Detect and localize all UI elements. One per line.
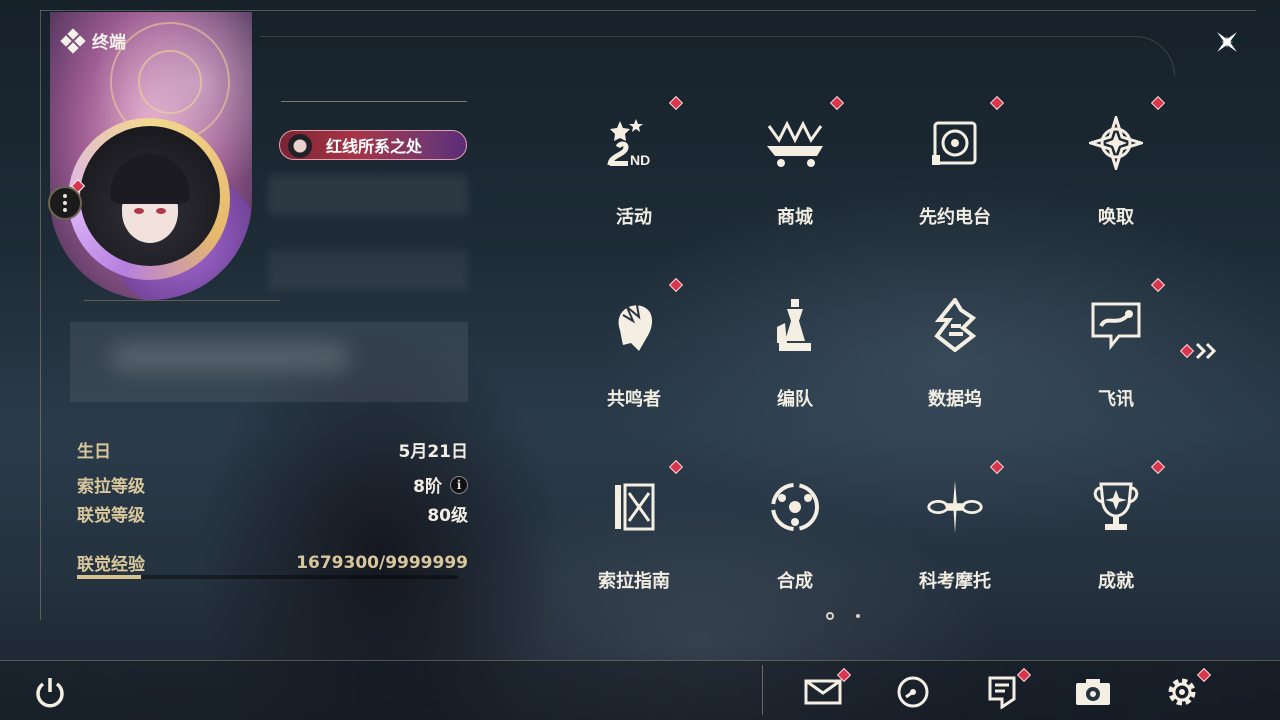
info-icon[interactable]: i — [450, 475, 468, 494]
menu-item-synthesis[interactable]: 合成 — [745, 467, 845, 617]
menu-item-label: 科考摩托 — [919, 571, 991, 592]
activity-2nd-icon: ND — [604, 113, 664, 173]
power-button[interactable] — [28, 670, 72, 714]
menu-item-achievements[interactable]: 成就 — [1066, 467, 1166, 617]
menu-item-summon[interactable]: 唤取 — [1066, 103, 1166, 253]
badge-next-page — [1179, 343, 1195, 359]
menu-item-label: 索拉指南 — [598, 571, 670, 592]
title-badge-avatar — [288, 134, 312, 158]
chess-team-icon — [765, 295, 825, 355]
double-chevron-right-icon — [1195, 342, 1217, 360]
stat-value: 5月21日 — [398, 442, 469, 462]
stat-label: 生日 — [77, 442, 111, 462]
exp-progress-fill — [77, 575, 141, 579]
close-icon — [1217, 32, 1237, 52]
blurred-id — [268, 250, 468, 290]
notice-icon — [988, 676, 1016, 709]
page-dot[interactable] — [856, 614, 860, 618]
stat-label: 联觉等级 — [77, 506, 145, 526]
menu-item-label: 飞讯 — [1098, 389, 1134, 410]
title-badge[interactable]: 红线所系之处 — [279, 130, 467, 160]
blurred-signature[interactable] — [70, 322, 468, 402]
resonator-head-icon — [604, 295, 664, 355]
stat-label: 索拉等级 — [77, 477, 145, 497]
shop-crown-cart-icon — [765, 113, 825, 173]
menu-item-motorcycle[interactable]: 科考摩托 — [905, 467, 1005, 617]
menu-item-label: 活动 — [616, 207, 652, 228]
chat-message-icon — [1086, 295, 1146, 355]
frame-left-line — [40, 10, 41, 620]
motorcycle-icon — [925, 477, 985, 537]
title-badge-text: 红线所系之处 — [326, 137, 423, 156]
power-icon — [36, 678, 64, 708]
stat-label: 联觉经验 — [77, 555, 145, 575]
clock-icon — [897, 676, 929, 708]
frame-top-line — [40, 10, 1256, 11]
stat-value: 8阶 i — [413, 472, 468, 497]
avatar-eye-right — [156, 208, 166, 214]
page-dot-active[interactable] — [826, 612, 834, 620]
camera-button[interactable] — [1071, 670, 1115, 714]
menu-item-label: 编队 — [777, 389, 813, 410]
menu-item-label: 先约电台 — [919, 207, 991, 228]
menu-item-team[interactable]: 编队 — [745, 285, 845, 435]
notice-button[interactable] — [980, 670, 1024, 714]
close-button[interactable] — [1205, 22, 1249, 62]
menu-item-label: 唤取 — [1098, 207, 1134, 228]
synthesis-icon — [765, 477, 825, 537]
avatar[interactable] — [80, 126, 220, 266]
exp-progress-bar — [77, 575, 458, 579]
menu-item-sol-guide[interactable]: 索拉指南 — [584, 467, 684, 617]
menu-item-shop[interactable]: 商城 — [745, 103, 845, 253]
blurred-name — [268, 175, 468, 215]
clock-button[interactable] — [891, 670, 935, 714]
menu-item-resonators[interactable]: 共鸣者 — [584, 285, 684, 435]
menu-item-label: 共鸣者 — [607, 389, 661, 410]
camera-icon — [1076, 679, 1110, 705]
menu-item-data-bank[interactable]: 数据坞 — [905, 285, 1005, 435]
data-bank-icon — [925, 295, 985, 355]
menu-item-activity[interactable]: ND 活动 — [584, 103, 684, 253]
profile-separator — [281, 101, 467, 102]
guide-book-icon — [604, 477, 664, 537]
frame-arc-line — [260, 36, 1175, 76]
avatar-eye-left — [134, 208, 144, 214]
trophy-icon — [1086, 477, 1146, 537]
profile-more-button[interactable] — [48, 186, 82, 220]
card-ring-decor-inner — [138, 50, 202, 114]
menu-item-label: 成就 — [1098, 571, 1134, 592]
settings-button[interactable] — [1160, 670, 1204, 714]
next-page-button[interactable] — [1179, 338, 1224, 364]
menu-item-label: 商城 — [777, 207, 813, 228]
stat-value: 80级 — [427, 506, 468, 526]
mail-icon — [804, 679, 842, 705]
summon-star-icon — [1086, 113, 1146, 173]
terminal-header: 终端 — [60, 27, 126, 54]
menu-item-radio[interactable]: 先约电台 — [905, 103, 1005, 253]
stat-sol-level: 索拉等级 8阶 i — [77, 472, 468, 497]
menu-item-messages[interactable]: 飞讯 — [1066, 285, 1166, 435]
page-title: 终端 — [92, 33, 126, 53]
bottom-bar-divider — [762, 665, 763, 715]
menu-item-label: 数据坞 — [928, 389, 982, 410]
stat-union-level: 联觉等级 80级 — [77, 501, 468, 526]
menu-item-label: 合成 — [777, 571, 813, 592]
stat-union-exp: 联觉经验 1679300/9999999 — [77, 550, 468, 576]
stat-birthday: 生日 5月21日 — [77, 437, 468, 462]
avatar-hair — [110, 154, 190, 204]
profile-divider — [84, 300, 280, 301]
page-indicator — [826, 612, 860, 620]
diamond-cluster-icon — [60, 27, 86, 54]
settings-gear-icon — [1168, 678, 1196, 706]
radio-icon — [925, 113, 985, 173]
svg-text:ND: ND — [630, 152, 650, 168]
stat-value: 1679300/9999999 — [296, 552, 468, 573]
